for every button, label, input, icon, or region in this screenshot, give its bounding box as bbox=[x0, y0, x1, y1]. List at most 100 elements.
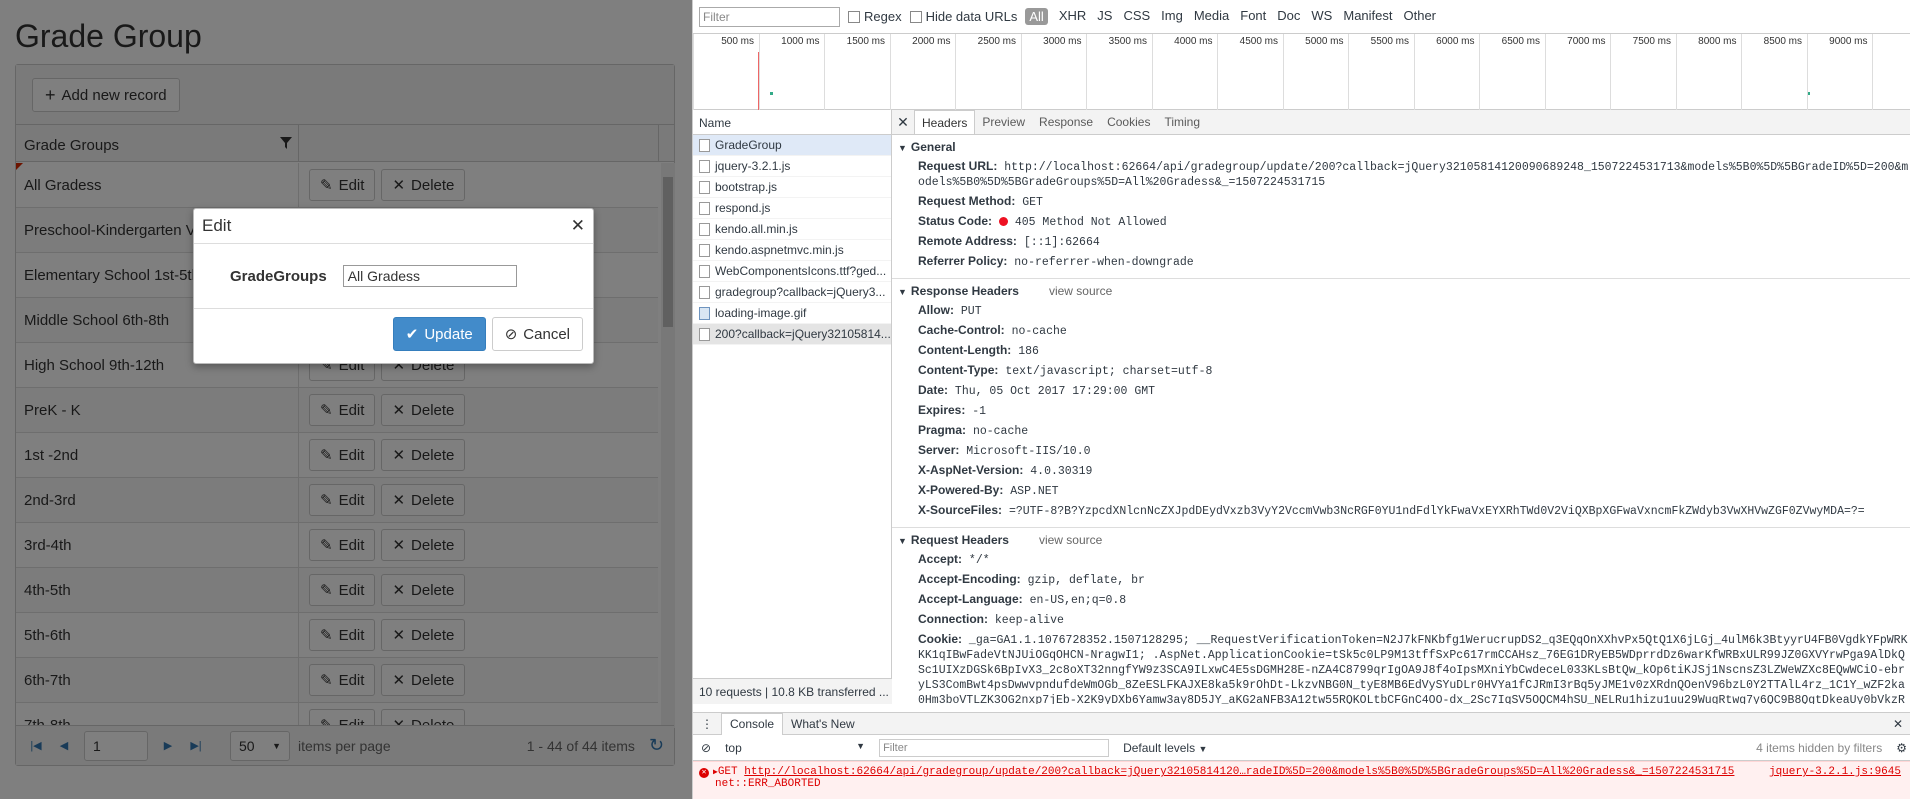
tab-response[interactable]: Response bbox=[1032, 110, 1100, 134]
close-icon[interactable]: ✕ bbox=[571, 216, 585, 236]
file-icon bbox=[699, 243, 710, 257]
request-view-source-link[interactable]: view source bbox=[1039, 533, 1102, 547]
timeline-tick: 8000 ms bbox=[1675, 34, 1741, 110]
header-value: PUT bbox=[960, 305, 982, 318]
context-select[interactable]: top ▼ bbox=[725, 741, 865, 755]
request-item[interactable]: respond.js bbox=[693, 198, 891, 219]
log-levels-select[interactable]: Default levels ▼ bbox=[1123, 741, 1207, 755]
request-item[interactable]: kendo.all.min.js bbox=[693, 219, 891, 240]
console-filter-input[interactable]: Filter bbox=[879, 738, 1110, 757]
header-key: Expires: bbox=[918, 403, 966, 417]
request-headers-header[interactable]: ▼ Request Headers view source bbox=[892, 530, 1910, 550]
request-name: GradeGroup bbox=[715, 138, 782, 152]
type-filter-js[interactable]: JS bbox=[1097, 8, 1112, 25]
dialog-title: Edit bbox=[202, 216, 232, 235]
request-item[interactable]: WebComponentsIcons.ttf?ged... bbox=[693, 261, 891, 282]
name-column-header[interactable]: Name bbox=[693, 110, 891, 135]
timeline-tick: 1500 ms bbox=[824, 34, 889, 110]
request-items: GradeGroup jquery-3.2.1.js bootstrap.js res… bbox=[693, 135, 891, 345]
header-value: 4.0.30319 bbox=[1030, 465, 1093, 478]
error-url-link[interactable]: http://localhost:62664/api/gradegroup/up… bbox=[744, 766, 1734, 778]
tab-console[interactable]: Console bbox=[721, 712, 784, 735]
request-name: kendo.all.min.js bbox=[715, 222, 798, 236]
tab-headers[interactable]: Headers bbox=[914, 110, 976, 134]
close-drawer-icon[interactable]: ✕ bbox=[1893, 717, 1910, 731]
type-filter-ws[interactable]: WS bbox=[1311, 8, 1332, 25]
header-value: Thu, 05 Oct 2017 17:29:00 GMT bbox=[954, 385, 1156, 398]
type-filter-media[interactable]: Media bbox=[1194, 8, 1229, 25]
settings-gear-icon[interactable]: ⚙ bbox=[1896, 741, 1910, 755]
close-details-icon[interactable]: ✕ bbox=[892, 110, 914, 134]
error-source-link[interactable]: jquery-3.2.1.js:9645 bbox=[1769, 766, 1901, 778]
grade-groups-input[interactable]: All Gradess bbox=[342, 265, 517, 287]
request-item[interactable]: jquery-3.2.1.js bbox=[693, 156, 891, 177]
request-item[interactable]: loading-image.gif bbox=[693, 303, 891, 324]
header-key: X-SourceFiles: bbox=[918, 503, 1003, 517]
header-row: Date: Thu, 05 Oct 2017 17:29:00 GMT bbox=[892, 381, 1910, 401]
file-icon bbox=[699, 264, 710, 278]
devtools-panel: Filter Regex Hide data URLs All XHR JS CSS I… bbox=[692, 0, 1910, 799]
header-value: Microsoft-IIS/10.0 bbox=[966, 445, 1091, 458]
header-row: Server: Microsoft-IIS/10.0 bbox=[892, 441, 1910, 461]
request-item[interactable]: gradegroup?callback=jQuery3... bbox=[693, 282, 891, 303]
header-value: no-referrer-when-downgrade bbox=[1014, 256, 1194, 269]
type-filter-img[interactable]: Img bbox=[1161, 8, 1183, 25]
type-filter-xhr[interactable]: XHR bbox=[1059, 8, 1086, 25]
request-item[interactable]: 200?callback=jQuery32105814... bbox=[693, 324, 891, 345]
type-filter-css[interactable]: CSS bbox=[1123, 8, 1150, 25]
response-view-source-link[interactable]: view source bbox=[1049, 284, 1112, 298]
requests-summary: 10 requests | 10.8 KB transferred ... bbox=[693, 678, 892, 704]
resource-type-filters: All XHR JS CSS Img Media Font Doc WS Manifest Othe… bbox=[1025, 8, 1436, 25]
header-row: Connection: keep-alive bbox=[892, 610, 1910, 630]
dialog-titlebar: Edit ✕ bbox=[194, 209, 593, 244]
type-filter-other[interactable]: Other bbox=[1404, 8, 1437, 25]
response-headers-header[interactable]: ▼ Response Headers view source bbox=[892, 281, 1910, 301]
request-details: ✕ Headers Preview Response Cookies Timing ▼ G… bbox=[892, 110, 1910, 704]
header-value: ASP.NET bbox=[1010, 485, 1059, 498]
timeline-tick: 7500 ms bbox=[1610, 34, 1675, 110]
update-label: Update bbox=[424, 325, 473, 343]
request-item[interactable]: GradeGroup bbox=[693, 135, 891, 156]
request-item[interactable]: kendo.aspnetmvc.min.js bbox=[693, 240, 891, 261]
timeline-tick: 7000 ms bbox=[1544, 34, 1610, 110]
timeline-tick: 6000 ms bbox=[1413, 34, 1479, 110]
type-filter-doc[interactable]: Doc bbox=[1277, 8, 1300, 25]
header-row: Cookie: _ga=GA1.1.1076728352.1507128295;… bbox=[892, 630, 1910, 704]
error-detail: net::ERR_ABORTED bbox=[715, 778, 821, 790]
cancel-button[interactable]: ⊘ Cancel bbox=[491, 317, 583, 351]
header-row: Content-Length: 186 bbox=[892, 341, 1910, 361]
regex-checkbox[interactable]: Regex bbox=[848, 9, 902, 24]
hide-data-urls-checkbox[interactable]: Hide data URLs bbox=[909, 9, 1017, 24]
clear-console-icon[interactable]: ⊘ bbox=[701, 741, 711, 755]
network-filter-input[interactable]: Filter bbox=[699, 6, 840, 27]
header-key: X-Powered-By: bbox=[918, 483, 1004, 497]
header-key: Connection: bbox=[918, 612, 988, 626]
header-value: [::1]:62664 bbox=[1023, 236, 1100, 249]
response-header-items: Allow: PUT Cache-Control: no-cache Content… bbox=[892, 301, 1910, 521]
general-section-header[interactable]: ▼ General bbox=[892, 137, 1910, 157]
network-timeline[interactable]: 500 ms 1000 ms 1500 ms 2000 ms 2500 ms 3000 m… bbox=[693, 34, 1910, 110]
type-filter-all[interactable]: All bbox=[1025, 8, 1048, 25]
error-method: GET bbox=[717, 766, 738, 778]
tab-whats-new[interactable]: What's New bbox=[783, 713, 863, 735]
header-key: Accept-Language: bbox=[918, 592, 1023, 606]
timeline-tick: 4000 ms bbox=[1151, 34, 1217, 110]
request-item[interactable]: bootstrap.js bbox=[693, 177, 891, 198]
console-toolbar: ⊘ top ▼ Filter Default levels ▼ 4 items h… bbox=[693, 735, 1910, 761]
header-row: X-Powered-By: ASP.NET bbox=[892, 481, 1910, 501]
file-icon bbox=[699, 159, 710, 173]
tab-preview[interactable]: Preview bbox=[975, 110, 1032, 134]
status-error-icon bbox=[998, 217, 1008, 226]
file-icon bbox=[699, 138, 710, 152]
dialog-footer: ✔ Update ⊘ Cancel bbox=[194, 309, 593, 351]
tab-timing[interactable]: Timing bbox=[1157, 110, 1207, 134]
header-value: 405 Method Not Allowed bbox=[1014, 216, 1167, 229]
console-menu-icon[interactable]: ⋮ bbox=[693, 717, 721, 731]
update-button[interactable]: ✔ Update bbox=[392, 317, 486, 351]
type-filter-manifest[interactable]: Manifest bbox=[1343, 8, 1392, 25]
tab-cookies[interactable]: Cookies bbox=[1100, 110, 1157, 134]
type-filter-font[interactable]: Font bbox=[1240, 8, 1266, 25]
requests-area: Name GradeGroup jquery-3.2.1.js bootstrap.… bbox=[693, 110, 1910, 704]
header-key: Cookie: bbox=[918, 632, 963, 646]
header-value: -1 bbox=[972, 405, 987, 418]
